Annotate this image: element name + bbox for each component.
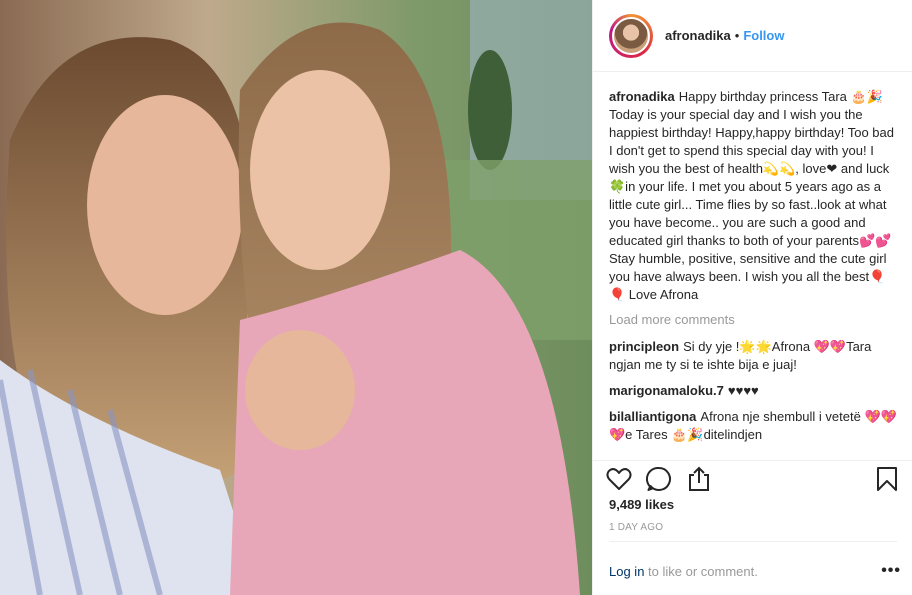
post-timestamp[interactable]: 1 DAY AGO	[609, 522, 663, 533]
header-username[interactable]: afronadika	[665, 28, 731, 43]
more-options-icon[interactable]: •••	[881, 562, 901, 580]
action-bar	[593, 460, 912, 500]
list-item: marigonamaloku.7 ♥♥♥♥	[609, 382, 899, 400]
login-prompt-text: to like or comment.	[644, 564, 758, 579]
caption: afronadika Happy birthday princess Tara 🎂…	[609, 88, 899, 304]
bookmark-icon[interactable]	[873, 465, 901, 493]
comment-username[interactable]: principleon	[609, 339, 679, 354]
comment-username[interactable]: bilalliantigona	[609, 409, 696, 424]
instagram-post: afronadika • Follow afronadika Happy birt…	[0, 0, 912, 595]
caption-username[interactable]: afronadika	[609, 89, 675, 104]
header-separator: •	[734, 28, 740, 43]
comment-icon[interactable]	[645, 465, 673, 493]
login-link[interactable]: Log in	[609, 564, 644, 579]
post-photo-image	[0, 0, 592, 595]
caption-text: Happy birthday princess Tara 🎂🎉 Today is…	[609, 89, 894, 302]
likes-count[interactable]: 9,489 likes	[609, 497, 674, 512]
post-sidebar: afronadika • Follow afronadika Happy birt…	[592, 0, 912, 595]
comment-text: ♥♥♥♥	[727, 383, 759, 398]
post-photo[interactable]	[0, 0, 592, 595]
list-item: bilalliantigona Afrona nje shembull i vet…	[609, 408, 899, 444]
comments-list[interactable]: afronadika Happy birthday princess Tara 🎂…	[609, 88, 899, 450]
post-header: afronadika • Follow	[593, 0, 912, 72]
share-icon[interactable]	[685, 465, 713, 493]
follow-button[interactable]: Follow	[743, 28, 784, 43]
avatar[interactable]	[609, 13, 653, 58]
login-prompt: Log in to like or comment.	[609, 564, 758, 579]
load-more-comments-button[interactable]: Load more comments	[609, 311, 899, 329]
heart-icon[interactable]	[605, 465, 633, 493]
list-item: principleon Si dy yje !🌟🌟Afrona 💖💖Tara ng…	[609, 338, 899, 374]
avatar-image	[612, 16, 650, 55]
login-footer: Log in to like or comment. •••	[609, 541, 900, 595]
comment-username[interactable]: marigonamaloku.7	[609, 383, 724, 398]
